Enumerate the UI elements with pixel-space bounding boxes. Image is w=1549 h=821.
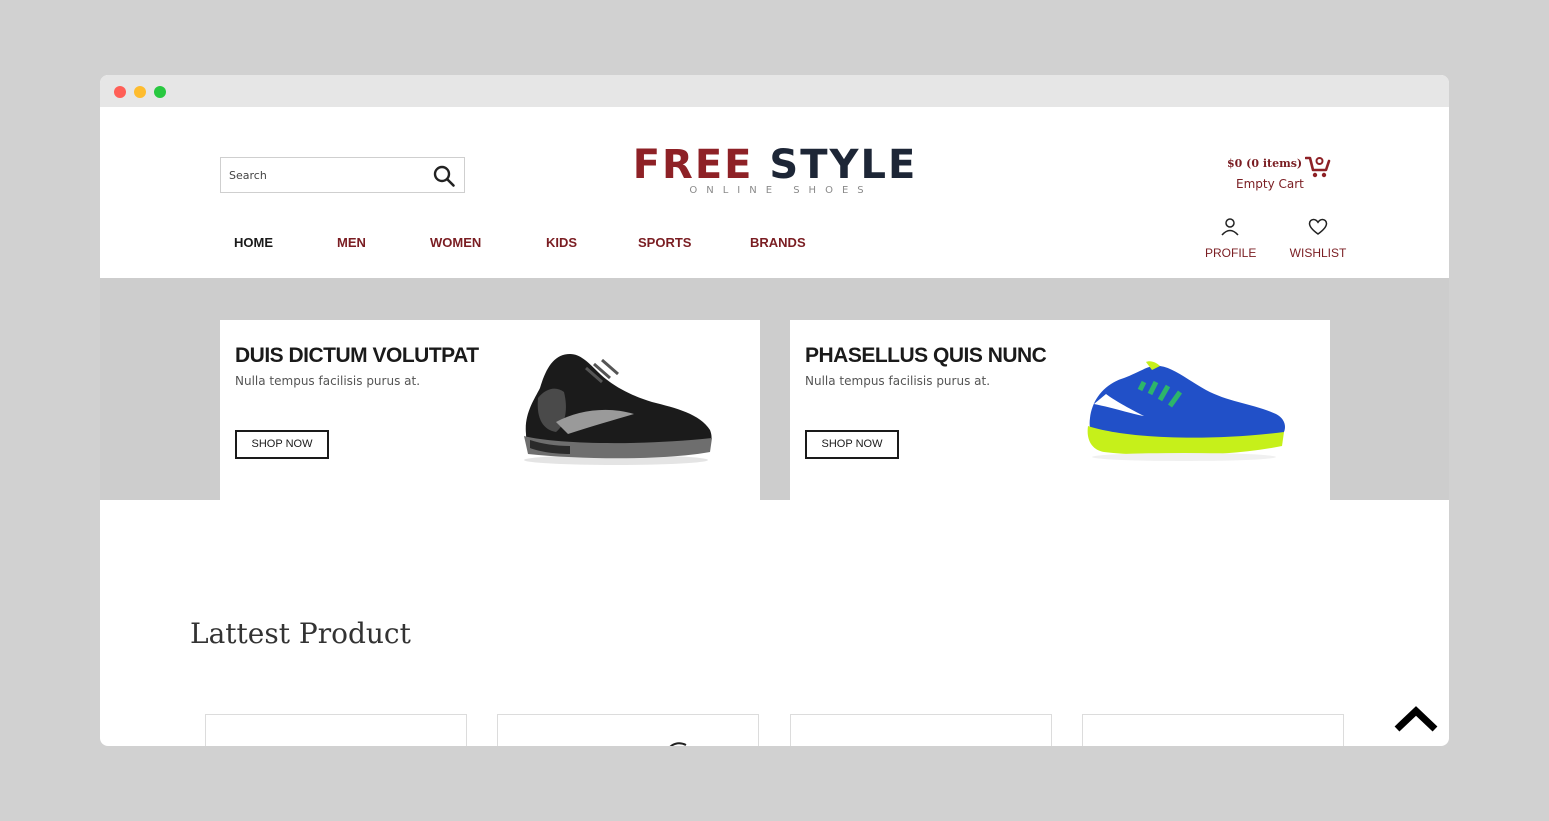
product-card[interactable]	[205, 714, 467, 746]
window-titlebar	[100, 75, 1449, 107]
profile-label: PROFILE	[1205, 246, 1257, 260]
promo-banner-1: DUIS DICTUM VOLUTPAT Nulla tempus facili…	[220, 320, 760, 500]
mini-cart[interactable]: $0 (0 items) Empty Cart	[1220, 155, 1335, 195]
wishlist-link[interactable]: WISHLIST	[1288, 218, 1348, 260]
cart-status: Empty Cart	[1236, 177, 1304, 191]
banner-title: PHASELLUS QUIS NUNC	[805, 344, 1047, 367]
latest-product-heading: Lattest Product	[190, 617, 411, 650]
scroll-to-top-icon[interactable]	[1393, 703, 1439, 735]
nav-item-home[interactable]: HOME	[234, 235, 273, 250]
heart-icon	[1308, 218, 1328, 235]
site-logo[interactable]: FREE STYLE ONLINE SHOES	[620, 143, 930, 203]
wishlist-label: WISHLIST	[1289, 246, 1347, 260]
promo-banner-2: PHASELLUS QUIS NUNC Nulla tempus facilis…	[790, 320, 1330, 500]
logo-word-free: FREE	[632, 142, 754, 188]
banner-subtitle: Nulla tempus facilisis purus at.	[805, 374, 991, 388]
product-card[interactable]	[790, 714, 1052, 746]
user-icon	[1221, 218, 1239, 236]
banner-title: DUIS DICTUM VOLUTPAT	[235, 344, 479, 367]
close-window-button[interactable]	[114, 86, 126, 98]
product-card[interactable]	[1082, 714, 1344, 746]
shop-now-button[interactable]: SHOP NOW	[805, 430, 899, 459]
nav-item-sports[interactable]: SPORTS	[638, 235, 691, 250]
minimize-window-button[interactable]	[134, 86, 146, 98]
logo-word-style: STYLE	[769, 142, 918, 188]
nav-item-women[interactable]: WOMEN	[430, 235, 481, 250]
product-image-partial	[669, 742, 687, 746]
shopping-cart-icon[interactable]	[1305, 155, 1331, 179]
maximize-window-button[interactable]	[154, 86, 166, 98]
nav-item-kids[interactable]: KIDS	[546, 235, 577, 250]
search-input[interactable]	[221, 158, 421, 192]
nav-item-brands[interactable]: BRANDS	[750, 235, 806, 250]
black-sneaker-image	[524, 354, 712, 465]
cart-total: $0 (0 items)	[1227, 157, 1303, 170]
search-box	[220, 157, 465, 193]
shop-now-button[interactable]: SHOP NOW	[235, 430, 329, 459]
profile-link[interactable]: PROFILE	[1205, 218, 1257, 260]
product-card[interactable]	[497, 714, 759, 746]
logo-wordmark: FREE STYLE	[620, 143, 930, 187]
banner-subtitle: Nulla tempus facilisis purus at.	[235, 374, 421, 388]
blue-sneaker-image	[1087, 361, 1285, 461]
browser-window: FREE STYLE ONLINE SHOES $0 (0 items) Emp…	[100, 75, 1449, 746]
nav-item-men[interactable]: MEN	[337, 235, 366, 250]
search-icon[interactable]	[432, 164, 456, 188]
